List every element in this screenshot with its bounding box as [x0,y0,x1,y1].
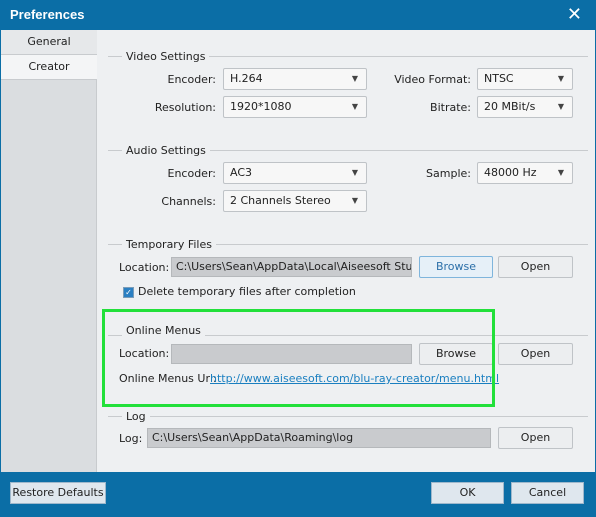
chevron-down-icon: ▼ [351,196,358,205]
select-value: H.264 [230,72,263,85]
channels-select[interactable]: 2 Channels Stereo ▼ [223,190,367,212]
video-format-label: Video Format: [394,73,471,86]
highlight-box [102,309,495,407]
log-title: Log [122,410,150,423]
temporary-files-title: Temporary Files [122,238,216,251]
delete-temp-checkbox[interactable]: ✓ [123,287,134,298]
video-settings-title: Video Settings [122,50,210,63]
video-encoder-select[interactable]: H.264 ▼ [223,68,367,90]
log-label: Log: [119,432,143,445]
divider [108,416,588,417]
video-format-select[interactable]: NTSC ▼ [477,68,573,90]
select-value: 1920*1080 [230,100,292,113]
video-encoder-label: Encoder: [167,73,217,86]
close-icon[interactable]: ✕ [567,4,582,25]
online-open-button[interactable]: Open [498,343,573,365]
chevron-down-icon: ▼ [351,74,358,83]
restore-defaults-button[interactable]: Restore Defaults [10,482,106,504]
channels-label: Channels: [161,195,216,208]
temp-browse-button[interactable]: Browse [419,256,493,278]
sample-select[interactable]: 48000 Hz ▼ [477,162,573,184]
tab-creator[interactable]: Creator [1,55,97,80]
chevron-down-icon: ▼ [351,168,358,177]
chevron-down-icon: ▼ [351,102,358,111]
audio-encoder-select[interactable]: AC3 ▼ [223,162,367,184]
chevron-down-icon: ▼ [557,168,564,177]
select-value: 20 MBit/s [484,100,536,113]
delete-temp-label: Delete temporary files after completion [138,285,356,298]
audio-encoder-label: Encoder: [167,167,217,180]
bitrate-label: Bitrate: [430,101,471,114]
select-value: NTSC [484,72,514,85]
chevron-down-icon: ▼ [557,102,564,111]
cancel-button[interactable]: Cancel [511,482,584,504]
sidebar: General Creator [1,30,97,472]
temp-location-field[interactable]: C:\Users\Sean\AppData\Local\Aiseesoft St… [171,257,412,277]
select-value: 2 Channels Stereo [230,194,331,207]
audio-settings-title: Audio Settings [122,144,210,157]
log-field[interactable]: C:\Users\Sean\AppData\Roaming\log [147,428,491,448]
resolution-select[interactable]: 1920*1080 ▼ [223,96,367,118]
title-bar: Preferences ✕ [0,0,596,30]
window-title: Preferences [10,7,85,22]
tab-general[interactable]: General [1,30,97,55]
temp-open-button[interactable]: Open [498,256,573,278]
log-open-button[interactable]: Open [498,427,573,449]
resolution-label: Resolution: [154,101,216,114]
chevron-down-icon: ▼ [557,74,564,83]
bitrate-select[interactable]: 20 MBit/s ▼ [477,96,573,118]
select-value: AC3 [230,166,253,179]
temp-location-label: Location: [119,261,170,274]
select-value: 48000 Hz [484,166,537,179]
sample-label: Sample: [426,167,471,180]
ok-button[interactable]: OK [431,482,504,504]
